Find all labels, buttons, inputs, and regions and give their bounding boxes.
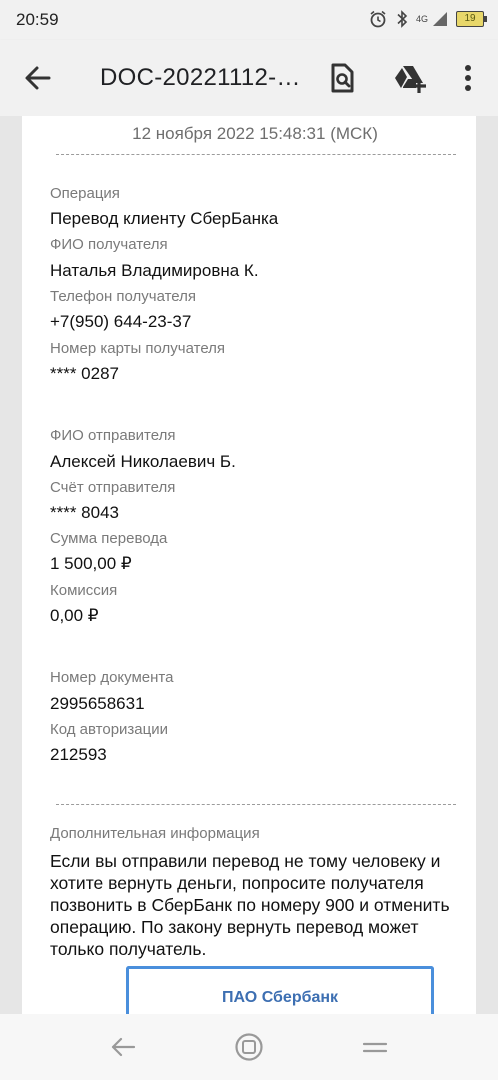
status-icons: 4G 19 bbox=[368, 9, 487, 29]
document-search-icon[interactable] bbox=[324, 60, 360, 96]
field-value: **** 0287 bbox=[50, 364, 120, 383]
alarm-icon bbox=[370, 10, 386, 28]
field-label: Сумма перевода bbox=[50, 530, 168, 547]
bank-stamp: ПАО Сбербанк bbox=[126, 966, 434, 1014]
field-value: 2995658631 bbox=[50, 694, 145, 713]
status-bar: 20:59 4G 19 bbox=[0, 0, 498, 40]
field-label: ФИО отправителя bbox=[50, 427, 176, 444]
field-label: Операция bbox=[50, 185, 120, 202]
bluetooth-icon bbox=[397, 10, 408, 28]
field-label: Код авторизации bbox=[50, 721, 168, 738]
field-value: Наталья Владимировна К. bbox=[50, 261, 259, 280]
nav-recents-icon[interactable] bbox=[360, 1032, 390, 1062]
field-label: Телефон получателя bbox=[50, 288, 197, 305]
field-label: Комиссия bbox=[50, 582, 118, 599]
battery-icon: 19 bbox=[456, 11, 487, 27]
back-arrow-icon[interactable] bbox=[22, 62, 54, 94]
status-time: 20:59 bbox=[16, 10, 59, 29]
document-viewer[interactable]: 12 ноября 2022 15:48:31 (МСК) Операция П… bbox=[0, 116, 498, 1014]
additional-info-text: Если вы отправили перевод не тому челове… bbox=[50, 851, 450, 959]
field-label: Счёт отправителя bbox=[50, 479, 176, 496]
field-label: ФИО получателя bbox=[50, 236, 168, 253]
field-value: +7(950) 644-23-37 bbox=[50, 312, 192, 331]
divider bbox=[56, 804, 456, 805]
document-title: DOC-20221112-… bbox=[100, 64, 300, 91]
field-value: Алексей Николаевич Б. bbox=[50, 452, 236, 471]
field-value: 212593 bbox=[50, 745, 107, 764]
system-nav-bar bbox=[0, 1014, 498, 1080]
receipt-timestamp: 12 ноября 2022 15:48:31 (МСК) bbox=[132, 124, 378, 143]
field-value: 1 500,00 ₽ bbox=[50, 554, 132, 573]
document-page: 12 ноября 2022 15:48:31 (МСК) Операция П… bbox=[22, 116, 476, 1014]
field-label: Номер карты получателя bbox=[50, 340, 226, 357]
app-bar: DOC-20221112-… bbox=[0, 40, 498, 116]
drive-add-icon[interactable] bbox=[391, 60, 427, 96]
battery-level: 19 bbox=[464, 13, 476, 24]
bank-stamp-title: ПАО Сбербанк bbox=[221, 989, 339, 1006]
signal-icon bbox=[433, 12, 447, 26]
network-type: 4G bbox=[415, 14, 428, 24]
divider bbox=[56, 154, 456, 155]
more-vert-icon[interactable] bbox=[450, 60, 486, 96]
nav-back-icon[interactable] bbox=[108, 1032, 138, 1062]
field-label: Номер документа bbox=[50, 669, 174, 686]
nav-home-icon[interactable] bbox=[234, 1032, 264, 1062]
additional-info-label: Дополнительная информация bbox=[50, 825, 260, 842]
field-value: **** 8043 bbox=[50, 503, 120, 522]
field-value: 0,00 ₽ bbox=[50, 606, 99, 625]
field-value: Перевод клиенту СберБанка bbox=[50, 209, 279, 228]
